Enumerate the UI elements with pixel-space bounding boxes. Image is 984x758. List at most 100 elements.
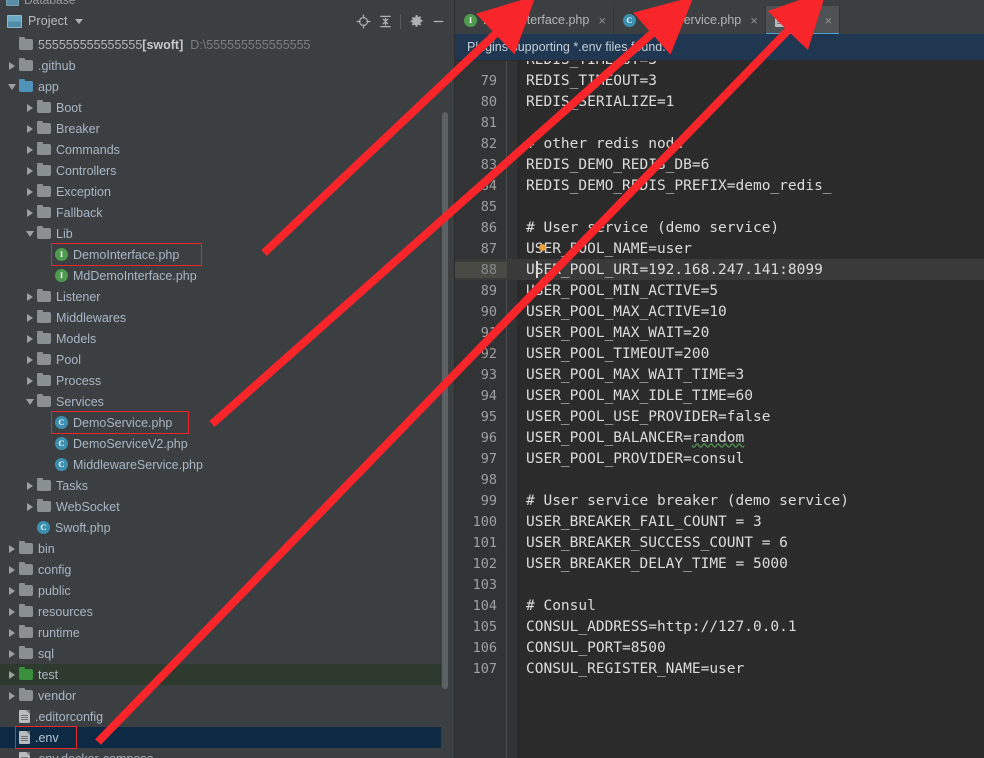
- code-line[interactable]: REDIS_TIMEOUT=3: [455, 61, 984, 70]
- code-line[interactable]: 86 # User service (demo service): [455, 217, 984, 238]
- code-line[interactable]: 104 # Consul: [455, 595, 984, 616]
- code-line[interactable]: 97 USER_POOL_PROVIDER=consul: [455, 448, 984, 469]
- chevron-right-icon[interactable]: [24, 370, 37, 391]
- chevron-right-icon[interactable]: [24, 160, 37, 181]
- tree-row[interactable]: I MdDemoInterface.php: [0, 265, 448, 286]
- code-line[interactable]: 88 USER_POOL_URI=192.168.247.141:8099: [455, 259, 984, 280]
- tree-row[interactable]: .env.docker-compose: [0, 748, 448, 758]
- tree-row[interactable]: C DemoService.php: [0, 412, 448, 433]
- chevron-right-icon[interactable]: [6, 664, 19, 685]
- code-line[interactable]: 79 REDIS_TIMEOUT=3: [455, 70, 984, 91]
- code-line[interactable]: 93 USER_POOL_MAX_WAIT_TIME=3: [455, 364, 984, 385]
- code-line[interactable]: 81: [455, 112, 984, 133]
- code-line[interactable]: 92 USER_POOL_TIMEOUT=200: [455, 343, 984, 364]
- editor-tab[interactable]: .env ×: [765, 6, 841, 36]
- tree-row[interactable]: Listener: [0, 286, 448, 307]
- code-line[interactable]: 106 CONSUL_PORT=8500: [455, 637, 984, 658]
- chevron-right-icon[interactable]: [24, 202, 37, 223]
- code-line[interactable]: 107 CONSUL_REGISTER_NAME=user: [455, 658, 984, 679]
- tree-row[interactable]: test: [0, 664, 448, 685]
- close-icon[interactable]: ×: [598, 14, 606, 27]
- chevron-right-icon[interactable]: [6, 580, 19, 601]
- scroll-from-source-icon[interactable]: [352, 10, 374, 32]
- chevron-right-icon[interactable]: [6, 55, 19, 76]
- chevron-right-icon[interactable]: [6, 622, 19, 643]
- tree-row[interactable]: Lib: [0, 223, 448, 244]
- tree-row[interactable]: sql: [0, 643, 448, 664]
- tree-row[interactable]: Breaker: [0, 118, 448, 139]
- tree-row[interactable]: resources: [0, 601, 448, 622]
- scrollbar-thumb[interactable]: [442, 112, 448, 689]
- tree-row[interactable]: Services: [0, 391, 448, 412]
- tree-row[interactable]: I DemoInterface.php: [0, 244, 448, 265]
- editor-tab[interactable]: I DemoInterface.php ×: [455, 6, 614, 34]
- chevron-down-icon[interactable]: [6, 76, 19, 97]
- tree-row[interactable]: Exception: [0, 181, 448, 202]
- code-line[interactable]: 84 REDIS_DEMO_REDIS_PREFIX=demo_redis_: [455, 175, 984, 196]
- tree-row[interactable]: 555555555555555 [swoft] D:\55555555555555…: [0, 34, 448, 55]
- editor-notification-bar[interactable]: Plugins supporting *.env files found.: [455, 34, 984, 61]
- code-line[interactable]: 96 USER_POOL_BALANCER=random: [455, 427, 984, 448]
- chevron-right-icon[interactable]: [6, 559, 19, 580]
- tree-row[interactable]: .github: [0, 55, 448, 76]
- code-line[interactable]: 87 USER_POOL_NAME=user: [455, 238, 984, 259]
- chevron-right-icon[interactable]: [24, 349, 37, 370]
- chevron-right-icon[interactable]: [24, 118, 37, 139]
- tree-row[interactable]: bin: [0, 538, 448, 559]
- intention-bulb-icon[interactable]: [539, 244, 546, 251]
- tree-row[interactable]: C Swoft.php: [0, 517, 448, 538]
- code-line[interactable]: 90 USER_POOL_MAX_ACTIVE=10: [455, 301, 984, 322]
- settings-gear-icon[interactable]: [405, 10, 427, 32]
- code-line[interactable]: 103: [455, 574, 984, 595]
- tree-row[interactable]: Tasks: [0, 475, 448, 496]
- tree-row[interactable]: runtime: [0, 622, 448, 643]
- tree-row[interactable]: Controllers: [0, 160, 448, 181]
- hide-panel-icon[interactable]: [427, 10, 449, 32]
- chevron-right-icon[interactable]: [6, 685, 19, 706]
- project-tree-scrollbar[interactable]: [441, 34, 449, 758]
- code-line[interactable]: 85: [455, 196, 984, 217]
- code-line[interactable]: 95 USER_POOL_USE_PROVIDER=false: [455, 406, 984, 427]
- tree-row[interactable]: C MiddlewareService.php: [0, 454, 448, 475]
- tree-row[interactable]: Boot: [0, 97, 448, 118]
- chevron-down-icon[interactable]: [24, 391, 37, 412]
- tree-row[interactable]: Middlewares: [0, 307, 448, 328]
- chevron-right-icon[interactable]: [24, 97, 37, 118]
- project-tree[interactable]: 555555555555555 [swoft] D:\55555555555555…: [0, 34, 448, 758]
- chevron-right-icon[interactable]: [6, 643, 19, 664]
- tree-row[interactable]: Commands: [0, 139, 448, 160]
- chevron-right-icon[interactable]: [6, 601, 19, 622]
- chevron-down-icon[interactable]: [24, 223, 37, 244]
- code-line[interactable]: 100 USER_BREAKER_FAIL_COUNT = 3: [455, 511, 984, 532]
- tree-row[interactable]: Process: [0, 370, 448, 391]
- collapse-all-icon[interactable]: [374, 10, 396, 32]
- code-line[interactable]: 82 # other redis node: [455, 133, 984, 154]
- chevron-right-icon[interactable]: [24, 475, 37, 496]
- chevron-right-icon[interactable]: [24, 307, 37, 328]
- chevron-right-icon[interactable]: [6, 538, 19, 559]
- code-line[interactable]: 99 # User service breaker (demo service): [455, 490, 984, 511]
- chevron-right-icon[interactable]: [24, 286, 37, 307]
- code-line[interactable]: 98: [455, 469, 984, 490]
- code-line[interactable]: 91 USER_POOL_MAX_WAIT=20: [455, 322, 984, 343]
- editor-tab[interactable]: C DemoService.php ×: [614, 6, 766, 34]
- tree-row[interactable]: Models: [0, 328, 448, 349]
- tree-row[interactable]: .env: [0, 727, 448, 748]
- database-tool-label[interactable]: Database: [6, 0, 75, 7]
- tree-row[interactable]: Fallback: [0, 202, 448, 223]
- tree-row[interactable]: WebSocket: [0, 496, 448, 517]
- tree-row[interactable]: .editorconfig: [0, 706, 448, 727]
- tree-row[interactable]: Pool: [0, 349, 448, 370]
- chevron-right-icon[interactable]: [24, 328, 37, 349]
- chevron-right-icon[interactable]: [24, 496, 37, 517]
- chevron-right-icon[interactable]: [24, 139, 37, 160]
- code-line[interactable]: 102 USER_BREAKER_DELAY_TIME = 5000: [455, 553, 984, 574]
- code-line[interactable]: 94 USER_POOL_MAX_IDLE_TIME=60: [455, 385, 984, 406]
- tree-row[interactable]: app: [0, 76, 448, 97]
- tree-row[interactable]: vendor: [0, 685, 448, 706]
- code-line[interactable]: 83 REDIS_DEMO_REDIS_DB=6: [455, 154, 984, 175]
- close-icon[interactable]: ×: [750, 14, 758, 27]
- code-line[interactable]: 80 REDIS_SERIALIZE=1: [455, 91, 984, 112]
- tree-row[interactable]: public: [0, 580, 448, 601]
- code-line[interactable]: 101 USER_BREAKER_SUCCESS_COUNT = 6: [455, 532, 984, 553]
